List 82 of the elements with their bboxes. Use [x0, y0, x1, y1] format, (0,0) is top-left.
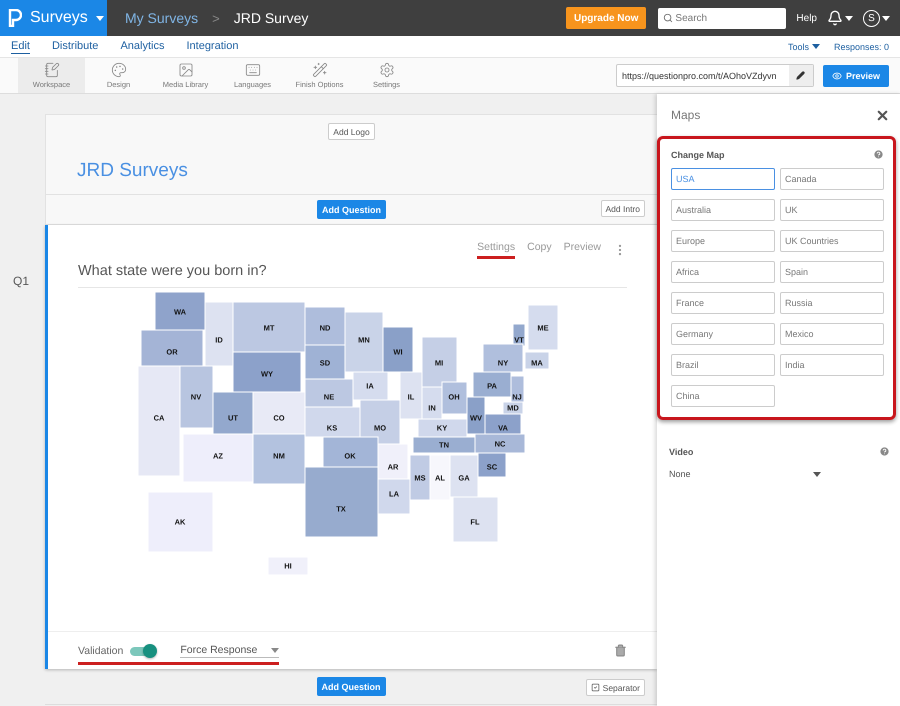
state-shape[interactable] — [421, 386, 442, 420]
add-logo-button[interactable]: Add Logo — [328, 123, 375, 140]
question-action-link[interactable]: Copy — [527, 241, 552, 259]
state-shape[interactable] — [524, 352, 549, 370]
state-shape[interactable] — [484, 414, 521, 434]
video-label: Video — [669, 446, 694, 456]
nav-tab[interactable]: Analytics — [120, 40, 164, 54]
map-option[interactable]: Brazil — [671, 354, 775, 376]
state-shape[interactable] — [502, 402, 523, 414]
map-option[interactable]: Spain — [780, 261, 884, 283]
preview-button[interactable]: Preview — [822, 64, 889, 86]
question-text[interactable]: What state were you born in? — [78, 259, 627, 288]
breadcrumb-separator: > — [212, 10, 220, 26]
palette-icon — [110, 62, 126, 78]
map-option[interactable]: Africa — [671, 261, 775, 283]
state-shape[interactable] — [510, 376, 524, 402]
map-option[interactable]: Canada — [780, 168, 884, 190]
panel-title: Maps — [671, 108, 700, 122]
map-option[interactable]: Russia — [780, 292, 884, 314]
breadcrumb-item: JRD Survey — [234, 10, 308, 26]
add-question-button[interactable]: Add Question — [317, 200, 386, 219]
help-icon[interactable] — [873, 149, 884, 160]
tools-menu[interactable]: Tools — [788, 42, 820, 52]
close-icon[interactable] — [875, 108, 890, 122]
trash-icon[interactable] — [614, 644, 627, 657]
map-option[interactable]: France — [671, 292, 775, 314]
change-map-label: Change Map — [671, 150, 725, 160]
question-number: Q1 — [13, 274, 30, 288]
map-option[interactable]: USA — [671, 168, 775, 190]
help-link[interactable]: Help — [796, 12, 817, 24]
state-shape[interactable] — [477, 452, 506, 478]
state-shape[interactable] — [512, 324, 525, 346]
validation-label: Validation — [78, 645, 124, 657]
validation-toggle[interactable] — [130, 646, 156, 656]
map-option[interactable]: Europe — [671, 230, 775, 252]
add-intro-button[interactable]: Add Intro — [600, 200, 645, 217]
question-action-link[interactable]: Settings — [477, 241, 516, 259]
nav-tab[interactable]: Integration — [186, 40, 238, 54]
nav-tab[interactable]: Edit — [11, 40, 30, 54]
video-select[interactable]: None — [669, 469, 821, 479]
survey-title[interactable]: JRD Surveys — [77, 160, 657, 182]
map-option[interactable]: UK Countries — [780, 230, 884, 252]
map-option[interactable]: India — [780, 354, 884, 376]
state-shape[interactable] — [441, 382, 467, 414]
image-icon — [178, 62, 194, 78]
separator-button[interactable]: Separator — [586, 679, 645, 696]
add-question-button[interactable]: Add Question — [316, 677, 386, 696]
breadcrumb-item[interactable]: My Surveys — [125, 10, 198, 26]
responses-count: Responses: 0 — [834, 42, 889, 52]
logo-icon[interactable] — [8, 9, 22, 27]
search-field[interactable]: Search — [658, 8, 786, 28]
map-option[interactable]: Australia — [671, 199, 775, 221]
state-shape[interactable] — [466, 396, 485, 434]
state-shape[interactable] — [474, 434, 525, 454]
upgrade-button[interactable]: Upgrade Now — [566, 7, 646, 29]
notebook-icon — [44, 62, 60, 78]
bell-icon[interactable] — [827, 10, 843, 26]
map-option[interactable]: China — [671, 385, 775, 407]
caret-icon — [96, 16, 104, 20]
magic-wand-icon — [312, 62, 328, 78]
state-shape[interactable] — [412, 436, 475, 454]
survey-url-field[interactable]: https://questionpro.com/t/AOhoVZdyvn — [616, 64, 814, 87]
user-avatar[interactable]: S — [863, 10, 880, 26]
question-action-link[interactable]: Preview — [564, 241, 601, 259]
settings-icon — [378, 62, 394, 78]
product-menu[interactable]: Surveys — [0, 0, 107, 36]
state-shape[interactable] — [409, 454, 430, 500]
caret-icon — [882, 16, 890, 20]
help-icon[interactable] — [879, 446, 890, 457]
state-shape[interactable] — [472, 372, 511, 398]
eye-icon — [832, 70, 842, 80]
nav-tab[interactable]: Distribute — [52, 40, 98, 54]
map-option[interactable]: Mexico — [780, 323, 884, 345]
map-option[interactable]: Germany — [671, 323, 775, 345]
response-type-select[interactable]: Force Response — [180, 644, 280, 658]
map-option[interactable]: UK — [780, 199, 884, 221]
search-icon — [663, 12, 674, 22]
product-name[interactable]: Surveys — [30, 9, 88, 27]
caret-icon — [845, 16, 853, 20]
keyboard-icon — [244, 62, 260, 78]
checkbox-icon — [590, 683, 600, 692]
pencil-icon[interactable] — [796, 71, 806, 80]
